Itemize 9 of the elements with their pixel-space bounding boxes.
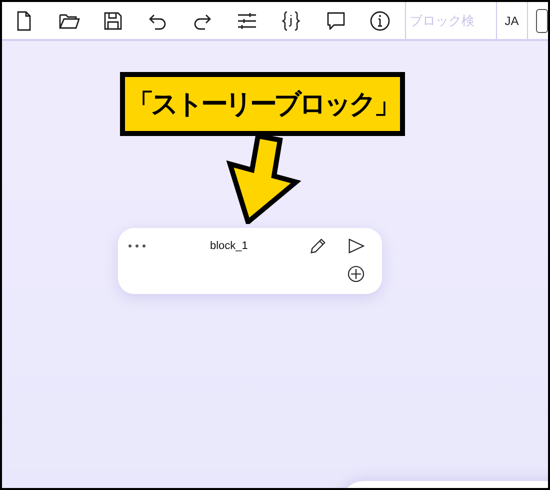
braces-icon[interactable] (279, 8, 303, 32)
search-field[interactable]: ブロック検 (404, 2, 496, 39)
play-icon[interactable] (346, 236, 366, 256)
add-icon[interactable] (346, 264, 366, 284)
pencil-icon[interactable] (308, 236, 328, 256)
info-icon[interactable] (368, 8, 392, 32)
block-name: block_1 (210, 240, 249, 252)
callout-label: 「ストーリーブロック」 (120, 72, 405, 136)
more-icon[interactable] (128, 244, 148, 248)
